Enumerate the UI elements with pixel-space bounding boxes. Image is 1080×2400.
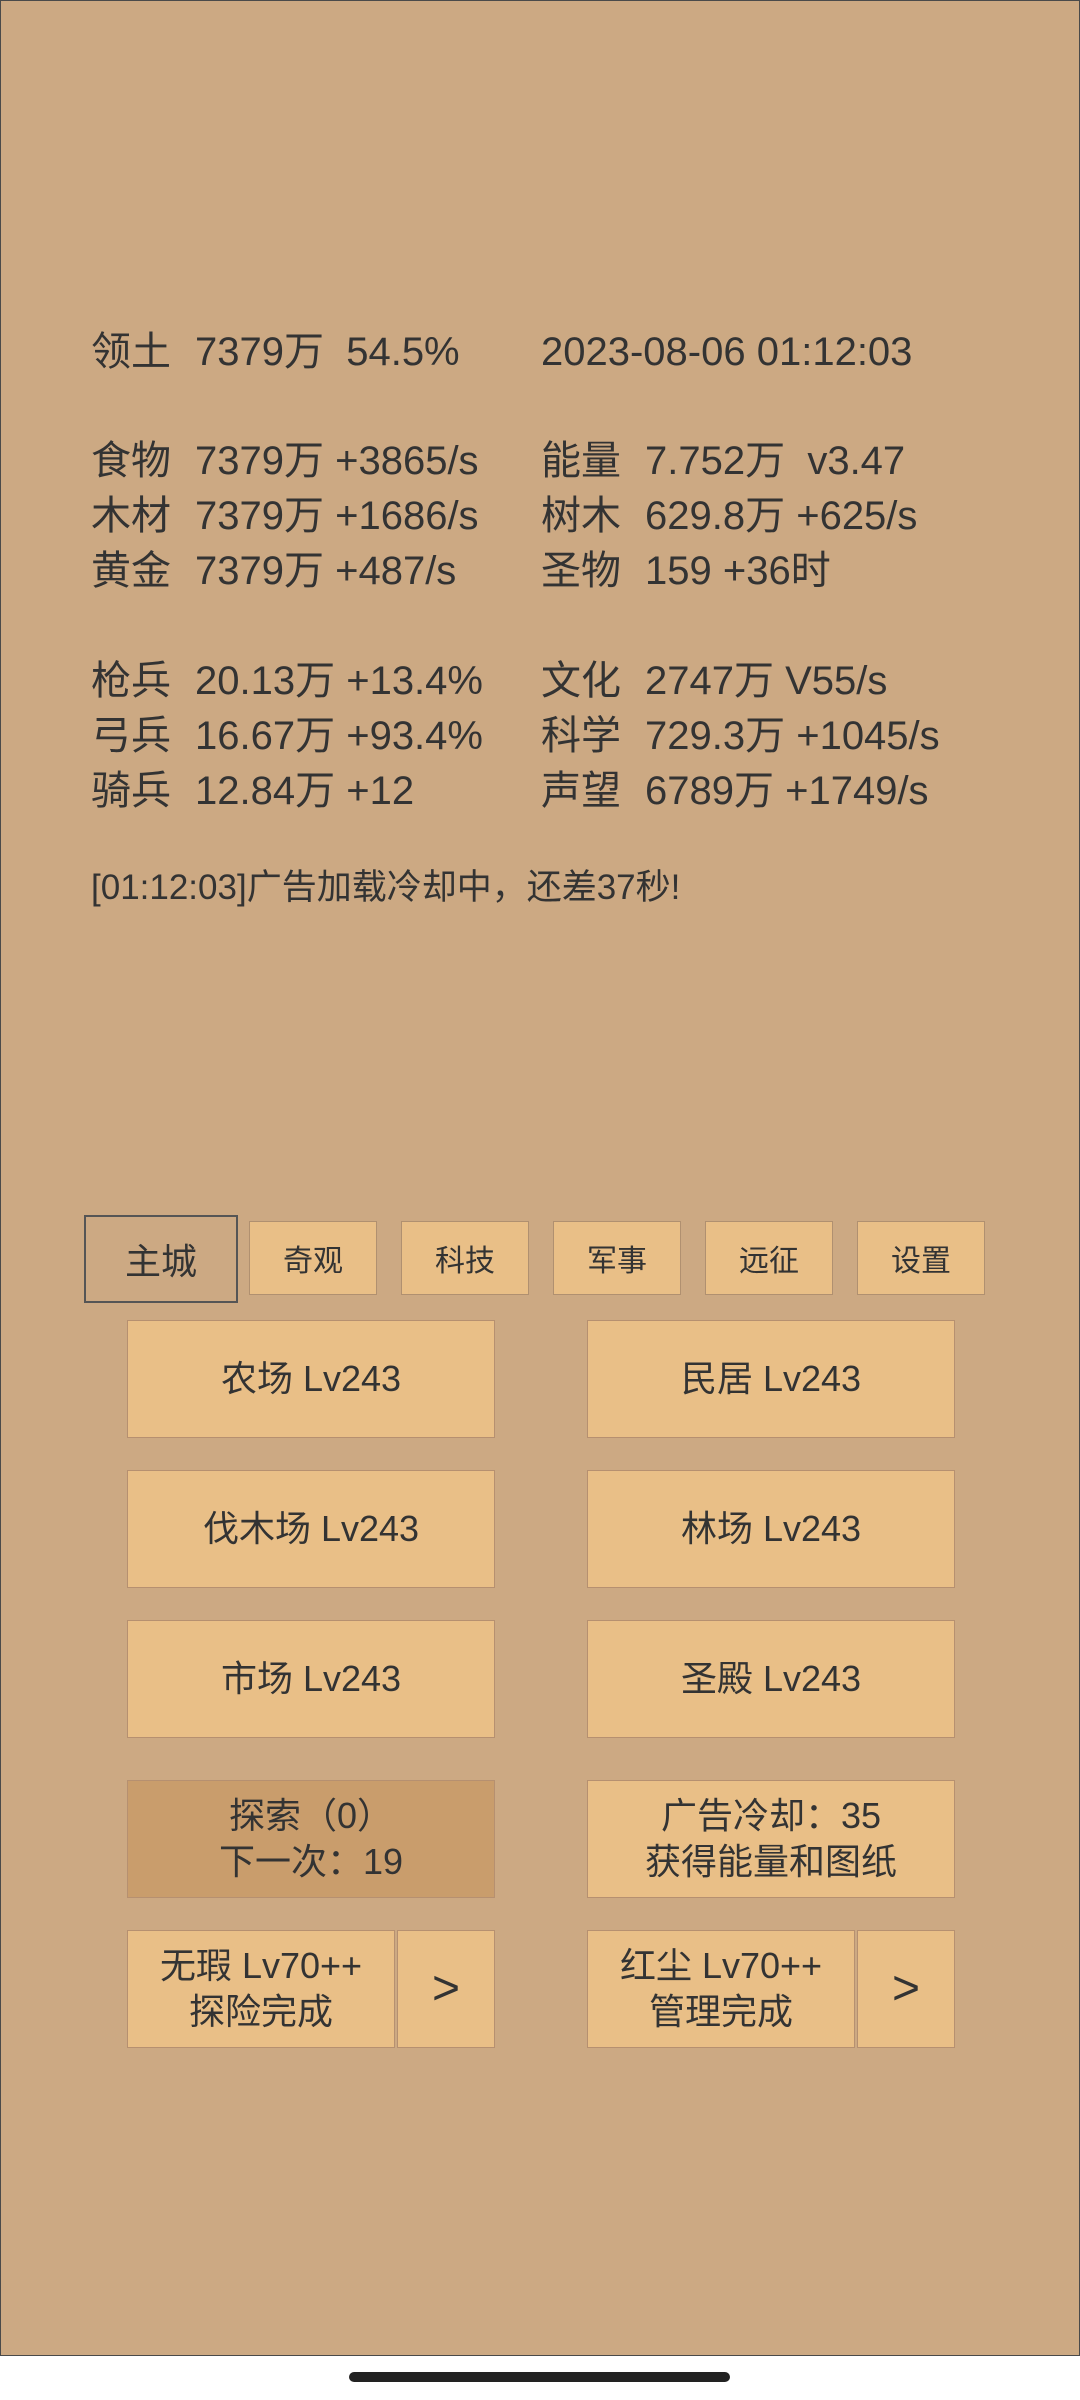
datetime-display: 2023-08-06 01:12:03 <box>541 328 912 376</box>
ad-cooldown: 广告冷却：35 <box>660 1795 882 1836</box>
stat-value: 729.3万 +1045/s <box>645 714 940 758</box>
stat-value: 629.8万 +625/s <box>645 494 918 538</box>
farm-button[interactable]: 农场 Lv243 <box>127 1320 495 1438</box>
stat-value: 7379万 +487/s <box>195 549 457 593</box>
stat-value: 7379万 54.5% <box>195 330 460 374</box>
hero-right-button[interactable]: 红尘 Lv70++ 管理完成 <box>587 1930 855 2048</box>
stat-label: 食物 <box>91 439 171 483</box>
stat-label: 树木 <box>541 494 621 538</box>
stat-label: 文化 <box>541 659 621 703</box>
tab-main-city[interactable]: 主城 <box>84 1215 238 1303</box>
stat-label: 科学 <box>541 714 621 758</box>
lumber-mill-button[interactable]: 伐木场 Lv243 <box>127 1470 495 1588</box>
stat-value: 7.752万 v3.47 <box>645 439 906 483</box>
tab-technology[interactable]: 科技 <box>401 1221 529 1295</box>
tab-wonders[interactable]: 奇观 <box>249 1221 377 1295</box>
explore-button[interactable]: 探索（0） 下一次：19 <box>127 1780 495 1898</box>
stat-label: 领土 <box>91 330 171 374</box>
explore-count: 探索（0） <box>228 1795 394 1836</box>
hero-right-name: 红尘 Lv70++ <box>619 1945 823 1986</box>
stat-label: 木材 <box>91 494 171 538</box>
ad-reward-desc: 获得能量和图纸 <box>644 1841 897 1882</box>
stat-value: 159 +36时 <box>645 549 831 593</box>
stat-territory: 领土 7379万 54.5% <box>91 328 460 376</box>
hero-left-button[interactable]: 无瑕 Lv70++ 探险完成 <box>127 1930 395 2048</box>
stat-trees: 树木 629.8万 +625/s <box>541 492 917 540</box>
stat-science: 科学 729.3万 +1045/s <box>541 712 940 760</box>
home-indicator[interactable] <box>349 2372 730 2382</box>
stat-value: 2747万 V55/s <box>645 659 888 703</box>
stat-prestige: 声望 6789万 +1749/s <box>541 767 929 815</box>
game-screen: 领土 7379万 54.5% 2023-08-06 01:12:03 食物 7379… <box>0 0 1080 2356</box>
tab-settings[interactable]: 设置 <box>857 1221 985 1295</box>
stat-label: 黄金 <box>91 549 171 593</box>
tab-military[interactable]: 军事 <box>553 1221 681 1295</box>
house-button[interactable]: 民居 Lv243 <box>587 1320 955 1438</box>
explore-next: 下一次：19 <box>218 1841 404 1882</box>
stat-label: 能量 <box>541 439 621 483</box>
hero-right-status: 管理完成 <box>648 1991 793 2032</box>
forest-button[interactable]: 林场 Lv243 <box>587 1470 955 1588</box>
stat-cavalry: 骑兵 12.84万 +12 <box>91 767 414 815</box>
hero-left-name: 无瑕 Lv70++ <box>159 1945 363 1986</box>
stat-value: 20.13万 +13.4% <box>195 659 483 703</box>
stat-energy: 能量 7.752万 v3.47 <box>541 437 905 485</box>
stat-label: 声望 <box>541 769 621 813</box>
stat-label: 圣物 <box>541 549 621 593</box>
hero-right-next-button[interactable]: > <box>857 1930 955 2048</box>
temple-button[interactable]: 圣殿 Lv243 <box>587 1620 955 1738</box>
stat-value: 7379万 +3865/s <box>195 439 479 483</box>
stat-relics: 圣物 159 +36时 <box>541 547 831 595</box>
stat-label: 弓兵 <box>91 714 171 758</box>
stat-value: 6789万 +1749/s <box>645 769 929 813</box>
stat-value: 16.67万 +93.4% <box>195 714 483 758</box>
event-log: [01:12:03]广告加载冷却中，还差37秒! <box>91 868 681 907</box>
stat-gold: 黄金 7379万 +487/s <box>91 547 456 595</box>
stat-value: 7379万 +1686/s <box>195 494 479 538</box>
stat-archers: 弓兵 16.67万 +93.4% <box>91 712 483 760</box>
tab-expedition[interactable]: 远征 <box>705 1221 833 1295</box>
stat-wood: 木材 7379万 +1686/s <box>91 492 479 540</box>
stat-label: 骑兵 <box>91 769 171 813</box>
datetime-value: 2023-08-06 01:12:03 <box>541 330 913 374</box>
hero-left-next-button[interactable]: > <box>397 1930 495 2048</box>
ad-reward-button[interactable]: 广告冷却：35 获得能量和图纸 <box>587 1780 955 1898</box>
hero-left-status: 探险完成 <box>188 1991 333 2032</box>
stat-culture: 文化 2747万 V55/s <box>541 657 887 705</box>
market-button[interactable]: 市场 Lv243 <box>127 1620 495 1738</box>
stat-spearmen: 枪兵 20.13万 +13.4% <box>91 657 483 705</box>
stat-label: 枪兵 <box>91 659 171 703</box>
stat-food: 食物 7379万 +3865/s <box>91 437 479 485</box>
stat-value: 12.84万 +12 <box>195 769 415 813</box>
